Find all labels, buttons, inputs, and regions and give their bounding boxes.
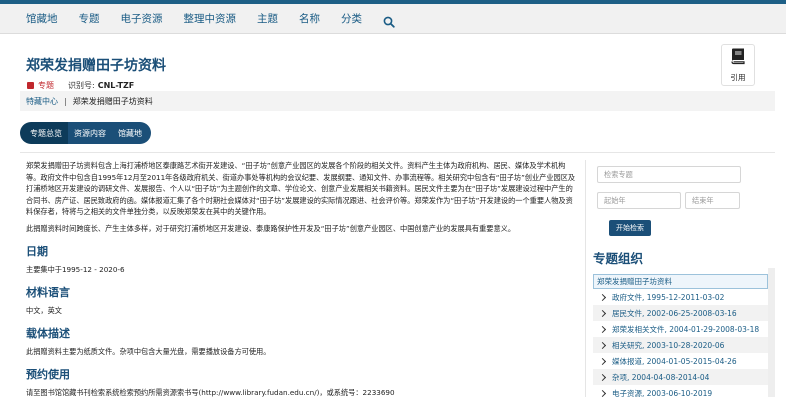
nav-item-processing[interactable]: 整理中资源: [184, 11, 237, 26]
search-icon[interactable]: [383, 13, 395, 28]
breadcrumb-current: 郑荣发捐赠田子坊资料: [72, 96, 153, 106]
identifier-value: CNL-TZF: [97, 81, 135, 90]
chevron-right-icon: [598, 341, 607, 349]
nav-item-topic[interactable]: 专题: [79, 11, 100, 26]
start-search-button[interactable]: 开始检索: [609, 220, 651, 236]
breadcrumb-root[interactable]: 特藏中心: [26, 96, 58, 107]
chevron-right-icon: [598, 325, 607, 333]
page-header: 郑荣发捐赠田子坊资料 专题 识别号: CNL-TZF: [0, 34, 786, 92]
chevron-right-icon: [598, 373, 607, 381]
record-meta: 专题 识别号: CNL-TZF: [27, 80, 134, 91]
booking-text: 请至图书馆馆藏书刊检索系统检索预约所需资源索书号(http://www.libr…: [26, 388, 395, 397]
record-type-badge: 专题: [38, 81, 54, 90]
sidebar: 检索专题 起始年 结束年 开始检索 专题组织 郑荣发捐赠田子坊资料 政府文件, …: [585, 160, 775, 398]
main-content: 郑荣发捐赠田子坊资料包含上海打浦桥地区泰康路艺术街开发建设、“田子坊”创意产业园…: [26, 160, 576, 398]
date-text: 主要集中于1995-12 - 2020-6: [26, 265, 125, 274]
tree-item[interactable]: 媒体报道, 2004-01-05-2015-04-26: [593, 353, 775, 369]
topic-search-input[interactable]: 检索专题: [597, 166, 741, 183]
identifier-label: 识别号:: [68, 81, 95, 90]
nav-item-category[interactable]: 分类: [341, 11, 362, 26]
tree-item[interactable]: 居民文件, 2002-06-25-2008-03-16: [593, 305, 768, 321]
chevron-right-icon: [598, 293, 607, 301]
sidebar-scrollbar[interactable]: [768, 268, 775, 397]
tab-overview[interactable]: 专题总览: [20, 122, 68, 144]
page-title: 郑荣发捐赠田子坊资料: [26, 58, 166, 74]
booking-heading: 预约使用: [26, 368, 70, 381]
tree-item[interactable]: 政府文件, 1995-12-2011-03-02: [593, 289, 775, 305]
tree-item-label: 居民文件, 2002-06-25-2008-03-16: [612, 308, 737, 318]
tab-contents[interactable]: 资源内容: [68, 122, 112, 144]
date-heading: 日期: [26, 245, 48, 258]
tree-item-label: 郑荣发相关文件, 2004-01-29-2008-03-18: [612, 324, 760, 334]
tree-item[interactable]: 郑荣发相关文件, 2004-01-29-2008-03-18: [593, 321, 775, 337]
tree-item-label: 媒体报道, 2004-01-05-2015-04-26: [612, 356, 737, 366]
tree-root-item[interactable]: 郑荣发捐赠田子坊资料: [593, 274, 768, 289]
breadcrumb-separator: |: [64, 96, 67, 106]
end-year-input[interactable]: 结束年: [685, 192, 740, 209]
tab-bar: 专题总览 资源内容 馆藏地: [20, 122, 151, 144]
intro-paragraph: 郑荣发捐赠田子坊资料包含上海打浦桥地区泰康路艺术街开发建设、“田子坊”创意产业园…: [26, 161, 576, 216]
cite-label: 引用: [730, 73, 746, 82]
tree-item-label: 相关研究, 2003-10-28-2020-06: [612, 340, 725, 350]
nav-item-name[interactable]: 名称: [299, 11, 320, 26]
carrier-text: 此捐赠资料主要为纸质文件。杂项中包含大量光盘，需要播放设备方可使用。: [26, 347, 271, 356]
tree-item-label: 政府文件, 1995-12-2011-03-02: [612, 292, 725, 302]
tab-location[interactable]: 馆藏地: [112, 122, 151, 144]
significance-paragraph: 此捐赠资料时间跨度长、产生主体多样，对于研究打浦桥地区开发建设、泰康路保护性开发…: [26, 223, 516, 233]
carrier-heading: 载体描述: [26, 327, 70, 340]
nav-item-collection[interactable]: 馆藏地: [26, 11, 58, 26]
nav-item-eresources[interactable]: 电子资源: [121, 11, 163, 26]
breadcrumb: 特藏中心 | 郑荣发捐赠田子坊资料: [20, 91, 775, 111]
language-heading: 材料语言: [26, 286, 70, 299]
start-year-input[interactable]: 起始年: [597, 192, 681, 209]
chevron-right-icon: [598, 357, 607, 365]
divider: [20, 152, 775, 153]
tree-item[interactable]: 电子资源, 2003-06-10-2019: [593, 385, 775, 401]
nav-item-subject[interactable]: 主题: [257, 11, 278, 26]
tree-item[interactable]: 杂项, 2004-04-08-2014-04: [593, 369, 768, 385]
tree-item-label: 杂项, 2004-04-08-2014-04: [612, 372, 710, 382]
book-icon: [729, 47, 747, 69]
tree-item[interactable]: 相关研究, 2003-10-28-2020-06: [593, 337, 768, 353]
cite-button[interactable]: 引用: [721, 44, 755, 86]
chevron-right-icon: [598, 389, 607, 397]
main-nav: 馆藏地 专题 电子资源 整理中资源 主题 名称 分类: [0, 4, 786, 34]
sidebar-title: 专题组织: [593, 251, 644, 266]
topic-icon: [27, 82, 34, 89]
year-range: 起始年 结束年: [597, 192, 775, 209]
chevron-right-icon: [598, 309, 607, 317]
language-text: 中文，英文: [26, 306, 62, 315]
